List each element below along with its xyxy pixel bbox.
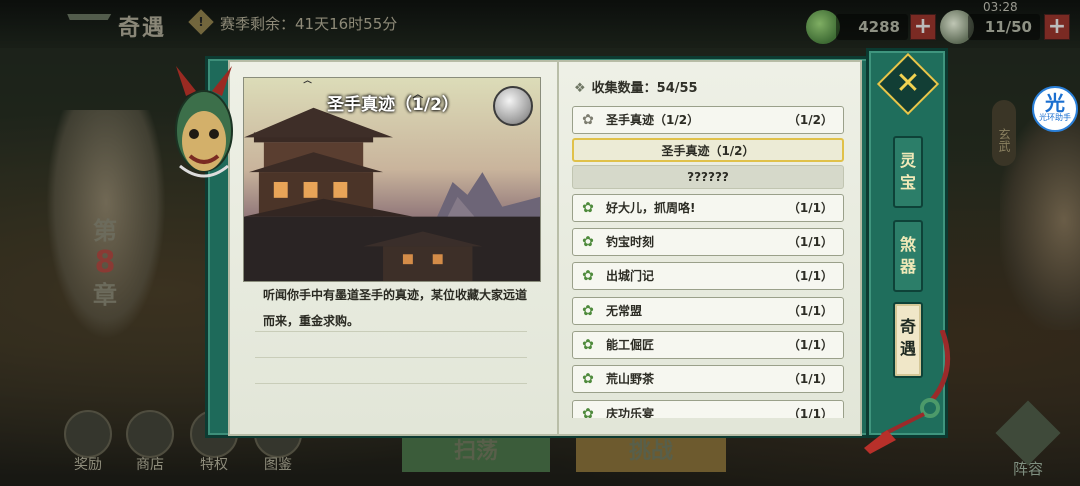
list-item[interactable]: ✿ 庆功乐宴 （1/1） [572, 400, 844, 418]
helper-label: 光环助手 [1039, 113, 1071, 122]
scroll-icon: ✿ [582, 268, 594, 284]
shop-icon [126, 410, 174, 458]
close-icon: ✕ [895, 66, 921, 101]
chapter-prefix: 第 [93, 217, 117, 245]
list-item[interactable]: ✿ 出城门记 （1/1） [572, 262, 844, 290]
list-item-count: （1/1） [787, 372, 833, 386]
list-item-name: 荒山野茶 [606, 372, 655, 386]
lineup-button[interactable]: 阵容 [995, 400, 1061, 479]
divider-line [255, 357, 527, 358]
nav-codex-label: 图鉴 [264, 457, 292, 473]
list-item-name: 圣手真迹（1/2） [606, 113, 700, 127]
list-item-name: 能工倔匠 [606, 338, 655, 352]
divider-line [255, 383, 527, 384]
flag-icon [995, 400, 1061, 466]
sub-item-locked[interactable]: ?????? [572, 165, 844, 189]
chapter-number: 8 [94, 245, 116, 280]
scroll-icon: ✿ [582, 200, 594, 216]
scroll-icon: ✿ [582, 337, 594, 353]
event-description: 听闻你手中有墨道圣手的真迹，某位收藏大家远道而来，重金求购。 [263, 288, 528, 328]
helper-assistant-button[interactable]: 光 光环助手 [1032, 86, 1078, 132]
collection-list[interactable]: ✿ 好大儿，抓周咯! （1/1） ✿ 钓宝时刻 （1/1） ✿ 出城门记 （1/… [570, 190, 850, 418]
add-stamina-button[interactable]: + [1044, 14, 1070, 40]
divider-line [255, 331, 527, 332]
list-item[interactable]: ✿ 好大儿，抓周咯! （1/1） [572, 194, 844, 222]
clock: 03:28 [983, 0, 1018, 14]
season-remaining-text: 赛季剩余：41天16时55分 [220, 15, 398, 33]
sweep-button[interactable]: 扫荡 [402, 432, 550, 472]
collection-count: ❖ 收集数量：54/55 [574, 77, 698, 96]
scroll-icon: ✿ [582, 112, 594, 128]
list-item-count: （1/1） [787, 269, 833, 283]
nav-shop-label: 商店 [136, 457, 164, 473]
list-item[interactable]: ✿ 能工倔匠 （1/1） [572, 331, 844, 359]
tassel-ornament-icon [864, 330, 951, 454]
stamina-value: 11/50 [968, 14, 1040, 40]
xuanwu-badge: 玄武 [992, 100, 1016, 166]
warning-icon: ! [188, 9, 214, 35]
currency-value: 4288 [836, 14, 908, 40]
scroll-icon: ✿ [582, 234, 594, 250]
list-item-count: （1/2） [787, 113, 833, 127]
list-item[interactable]: ✿ 无常盟 （1/1） [572, 297, 844, 325]
list-item-name: 庆功乐宴 [606, 407, 655, 418]
list-item-name: 好大儿，抓周咯! [606, 201, 696, 215]
list-item[interactable]: ✿ 钓宝时刻 （1/1） [572, 228, 844, 256]
chapter-badge: 第 8 章 [70, 215, 140, 315]
list-item-count: （1/1） [787, 304, 833, 318]
mask-ornament-icon [175, 66, 233, 178]
treasure-chest-icon[interactable] [493, 86, 533, 126]
scroll-icon: ✿ [582, 371, 594, 387]
nav-rewards-label: 奖励 [74, 457, 102, 473]
jade-currency-icon [806, 10, 840, 44]
list-item-name: 钓宝时刻 [606, 235, 655, 249]
list-item[interactable]: ✿ 荒山野茶 （1/1） [572, 365, 844, 393]
tab-shaqi[interactable]: 煞器 [893, 220, 923, 292]
nav-shop[interactable]: 商店 [122, 410, 178, 474]
chest-icon [64, 410, 112, 458]
panel-divider [557, 60, 559, 436]
nav-privilege-label: 特权 [200, 457, 228, 473]
event-title: 圣手真迹（1/2） [327, 95, 459, 115]
challenge-button[interactable]: 挑战 [576, 432, 726, 472]
collection-count-text: 收集数量：54/55 [591, 81, 698, 96]
sub-item-selected[interactable]: 圣手真迹（1/2） [572, 138, 844, 162]
nav-rewards[interactable]: 奖励 [60, 410, 116, 474]
list-item-count: （1/1） [787, 201, 833, 215]
list-item-count: （1/1） [787, 235, 833, 249]
page-title: 奇遇 [118, 16, 167, 41]
list-item-name: 无常盟 [606, 304, 643, 318]
list-item-count: （1/1） [787, 407, 833, 418]
chapter-suffix: 章 [93, 281, 117, 309]
list-item-name: 出城门记 [606, 269, 655, 283]
list-item-expanded[interactable]: ✿ 圣手真迹（1/2） （1/2） [572, 106, 844, 134]
diamond-icon: ❖ [574, 81, 586, 96]
scroll-icon: ✿ [582, 303, 594, 319]
add-currency-button[interactable]: + [910, 14, 936, 40]
scroll-icon: ✿ [582, 406, 594, 418]
list-item-count: （1/1） [787, 338, 833, 352]
tab-lingbao[interactable]: 灵宝 [893, 136, 923, 208]
